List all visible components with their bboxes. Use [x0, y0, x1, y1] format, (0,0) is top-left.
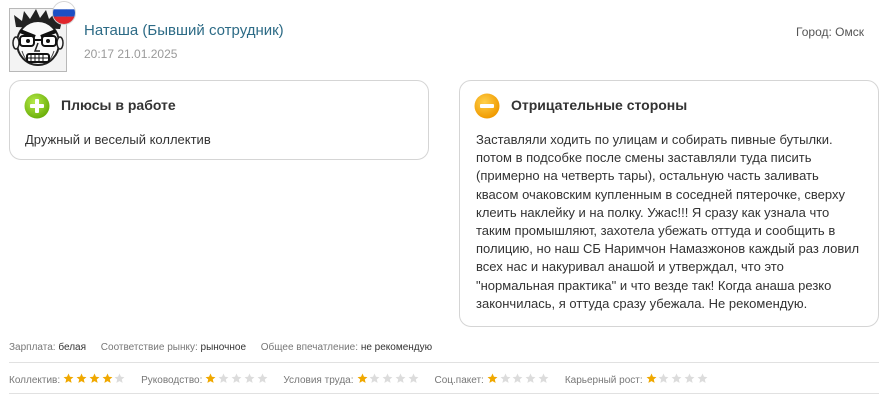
- rating-label: Условия труда:: [283, 374, 354, 386]
- rating-label: Соц.пакет:: [434, 374, 484, 386]
- star-empty-icon: [395, 373, 406, 383]
- star-empty-icon: [114, 373, 125, 383]
- star-empty-icon: [525, 373, 536, 383]
- salary-meta: Зарплата: белая: [9, 342, 86, 353]
- star-empty-icon: [684, 373, 695, 383]
- star-empty-icon: [512, 373, 523, 383]
- ratings-row: Коллектив: Руководство: Условия труда: С…: [9, 373, 724, 387]
- star-empty-icon: [231, 373, 242, 383]
- review-meta: Зарплата: белая Соответствие рынку: рыно…: [9, 342, 444, 353]
- star-rating: [63, 373, 127, 387]
- market-value: рыночное: [200, 342, 246, 353]
- salary-value: белая: [58, 342, 86, 353]
- star-filled-icon: [102, 373, 112, 383]
- star-filled-icon: [89, 373, 100, 383]
- star-empty-icon: [671, 373, 682, 383]
- rating-career: Карьерный рост:: [565, 373, 710, 387]
- star-empty-icon: [659, 373, 669, 383]
- rating-management: Руководство:: [141, 373, 269, 387]
- divider: [9, 393, 879, 394]
- author-name-link[interactable]: Наташа (Бывший сотрудник): [84, 22, 284, 39]
- salary-label: Зарплата:: [9, 342, 56, 353]
- star-empty-icon: [408, 373, 419, 383]
- market-label: Соответствие рынку:: [100, 342, 198, 353]
- star-filled-icon: [63, 373, 74, 383]
- market-meta: Соответствие рынку: рыночное: [101, 342, 246, 353]
- star-filled-icon: [76, 373, 87, 383]
- rating-benefits: Соц.пакет:: [434, 373, 550, 387]
- cons-card: Отрицательные стороны Заставляли ходить …: [459, 80, 879, 327]
- pros-card: Плюсы в работе Дружный и веселый коллект…: [9, 80, 429, 160]
- star-filled-icon: [487, 373, 498, 383]
- rating-label: Коллектив:: [9, 374, 61, 386]
- impression-value: не рекомендую: [360, 342, 433, 353]
- impression-meta: Общее впечатление: не рекомендую: [261, 342, 432, 353]
- star-rating: [357, 373, 421, 387]
- rating-conditions: Условия труда:: [283, 373, 420, 387]
- star-filled-icon: [357, 373, 367, 383]
- star-rating: [205, 373, 269, 387]
- star-empty-icon: [697, 373, 708, 383]
- star-empty-icon: [382, 373, 393, 383]
- minus-circle-icon: [474, 93, 500, 119]
- review-city: Город: Омск: [796, 25, 864, 39]
- star-empty-icon: [500, 373, 511, 383]
- russia-flag-icon: [53, 2, 75, 24]
- star-rating: [487, 373, 551, 387]
- divider: [9, 362, 879, 363]
- pros-text: Дружный и веселый коллектив: [25, 132, 211, 147]
- rating-team: Коллектив:: [9, 373, 127, 387]
- star-empty-icon: [218, 373, 229, 383]
- rating-label: Руководство:: [141, 374, 203, 386]
- star-filled-icon: [646, 373, 657, 383]
- rating-label: Карьерный рост:: [564, 374, 643, 386]
- star-filled-icon: [205, 373, 216, 383]
- impression-label: Общее впечатление:: [260, 342, 359, 353]
- cons-title: Отрицательные стороны: [511, 97, 688, 113]
- star-rating: [646, 373, 710, 387]
- star-empty-icon: [257, 373, 267, 383]
- cons-text: Заставляли ходить по улицам и собирать п…: [476, 132, 860, 311]
- star-empty-icon: [369, 373, 380, 383]
- review-datetime: 20:17 21.01.2025: [84, 47, 178, 61]
- star-empty-icon: [244, 373, 255, 383]
- star-empty-icon: [538, 373, 549, 383]
- plus-circle-icon: [24, 93, 50, 119]
- pros-title: Плюсы в работе: [61, 97, 176, 113]
